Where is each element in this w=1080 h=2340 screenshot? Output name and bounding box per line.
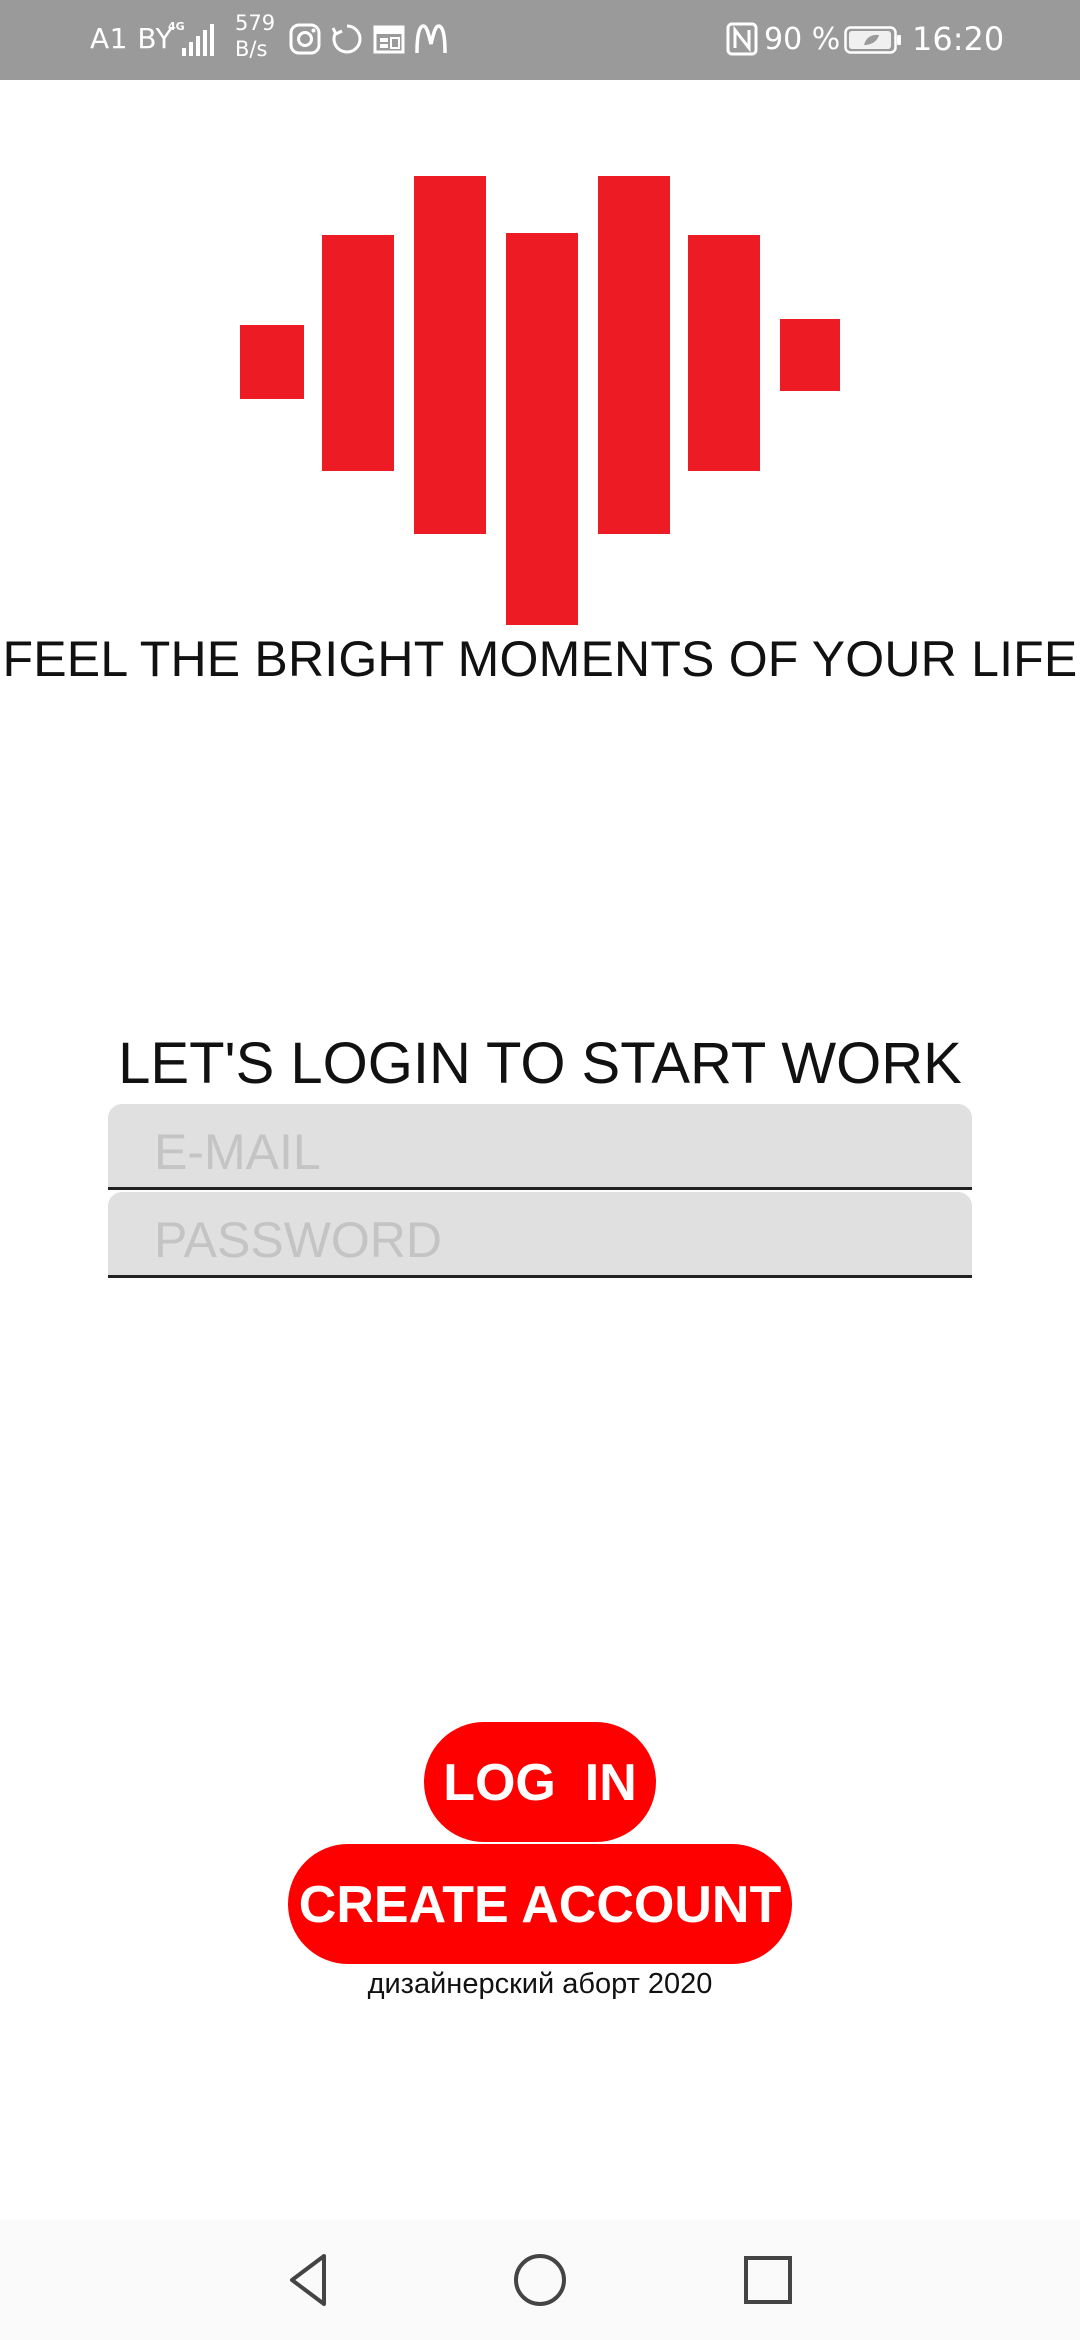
logo-bar [506,233,578,625]
email-field[interactable] [108,1104,972,1190]
login-heading: LET'S LOGIN TO START WORK [118,1031,962,1096]
password-input[interactable] [108,1192,972,1275]
navigation-bar [0,2220,1080,2340]
logo-bar [322,235,394,471]
logo-bar [414,176,486,534]
create-account-button[interactable]: CREATE ACCOUNT [288,1844,792,1964]
heartbeat-bars-logo [0,0,1080,640]
logo-bar [688,235,760,471]
email-input[interactable] [108,1104,972,1187]
password-field[interactable] [108,1192,972,1278]
recents-icon[interactable] [736,2248,800,2312]
login-button[interactable]: LOG IN [424,1722,656,1842]
tagline: FEEL THE BRIGHT MOMENTS OF YOUR LIFE [2,631,1078,687]
login-screen: A1 BY 4G 579 B/s 90 % 16:20 FEEL THE BRI… [0,0,1080,2340]
back-icon[interactable] [278,2248,342,2312]
logo-bar [780,319,840,391]
credit-text: дизайнерский аборт 2020 [367,1968,713,2000]
logo-bar [598,176,670,534]
home-icon[interactable] [508,2248,572,2312]
logo-bar [240,325,304,399]
